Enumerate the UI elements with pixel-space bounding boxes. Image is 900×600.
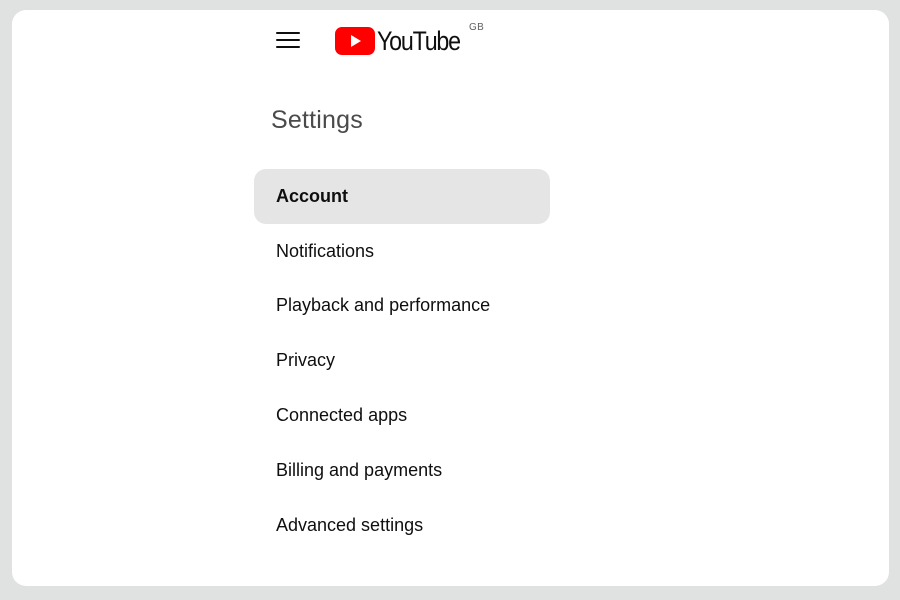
youtube-play-icon	[335, 27, 375, 55]
nav-item-label: Billing and payments	[276, 459, 443, 480]
nav-item-connected-apps[interactable]: Connected apps	[254, 388, 550, 443]
hamburger-menu-icon[interactable]	[274, 26, 302, 54]
nav-item-privacy[interactable]: Privacy	[254, 333, 550, 388]
region-code: GB	[469, 22, 485, 33]
nav-item-notifications[interactable]: Notifications	[254, 224, 550, 279]
nav-item-label: Playback and performance	[276, 295, 491, 316]
youtube-logo[interactable]: YouTube	[335, 24, 473, 58]
settings-nav: Account Notifications Playback and perfo…	[254, 169, 550, 553]
settings-panel: YouTube GB Settings Account Notification…	[12, 10, 889, 586]
menu-bar	[276, 46, 300, 48]
menu-bar	[276, 32, 300, 34]
nav-item-label: Account	[276, 185, 348, 206]
nav-item-label: Privacy	[276, 350, 336, 371]
logo-wordmark: YouTube	[377, 25, 461, 56]
nav-item-label: Notifications	[276, 240, 375, 261]
nav-item-label: Connected apps	[276, 405, 408, 426]
menu-bar	[276, 39, 300, 41]
nav-item-label: Advanced settings	[276, 514, 424, 535]
nav-item-playback-and-performance[interactable]: Playback and performance	[254, 279, 550, 334]
nav-item-advanced-settings[interactable]: Advanced settings	[254, 498, 550, 553]
page-title: Settings	[271, 106, 363, 134]
nav-item-account[interactable]: Account	[254, 169, 550, 224]
nav-item-billing-and-payments[interactable]: Billing and payments	[254, 443, 550, 498]
